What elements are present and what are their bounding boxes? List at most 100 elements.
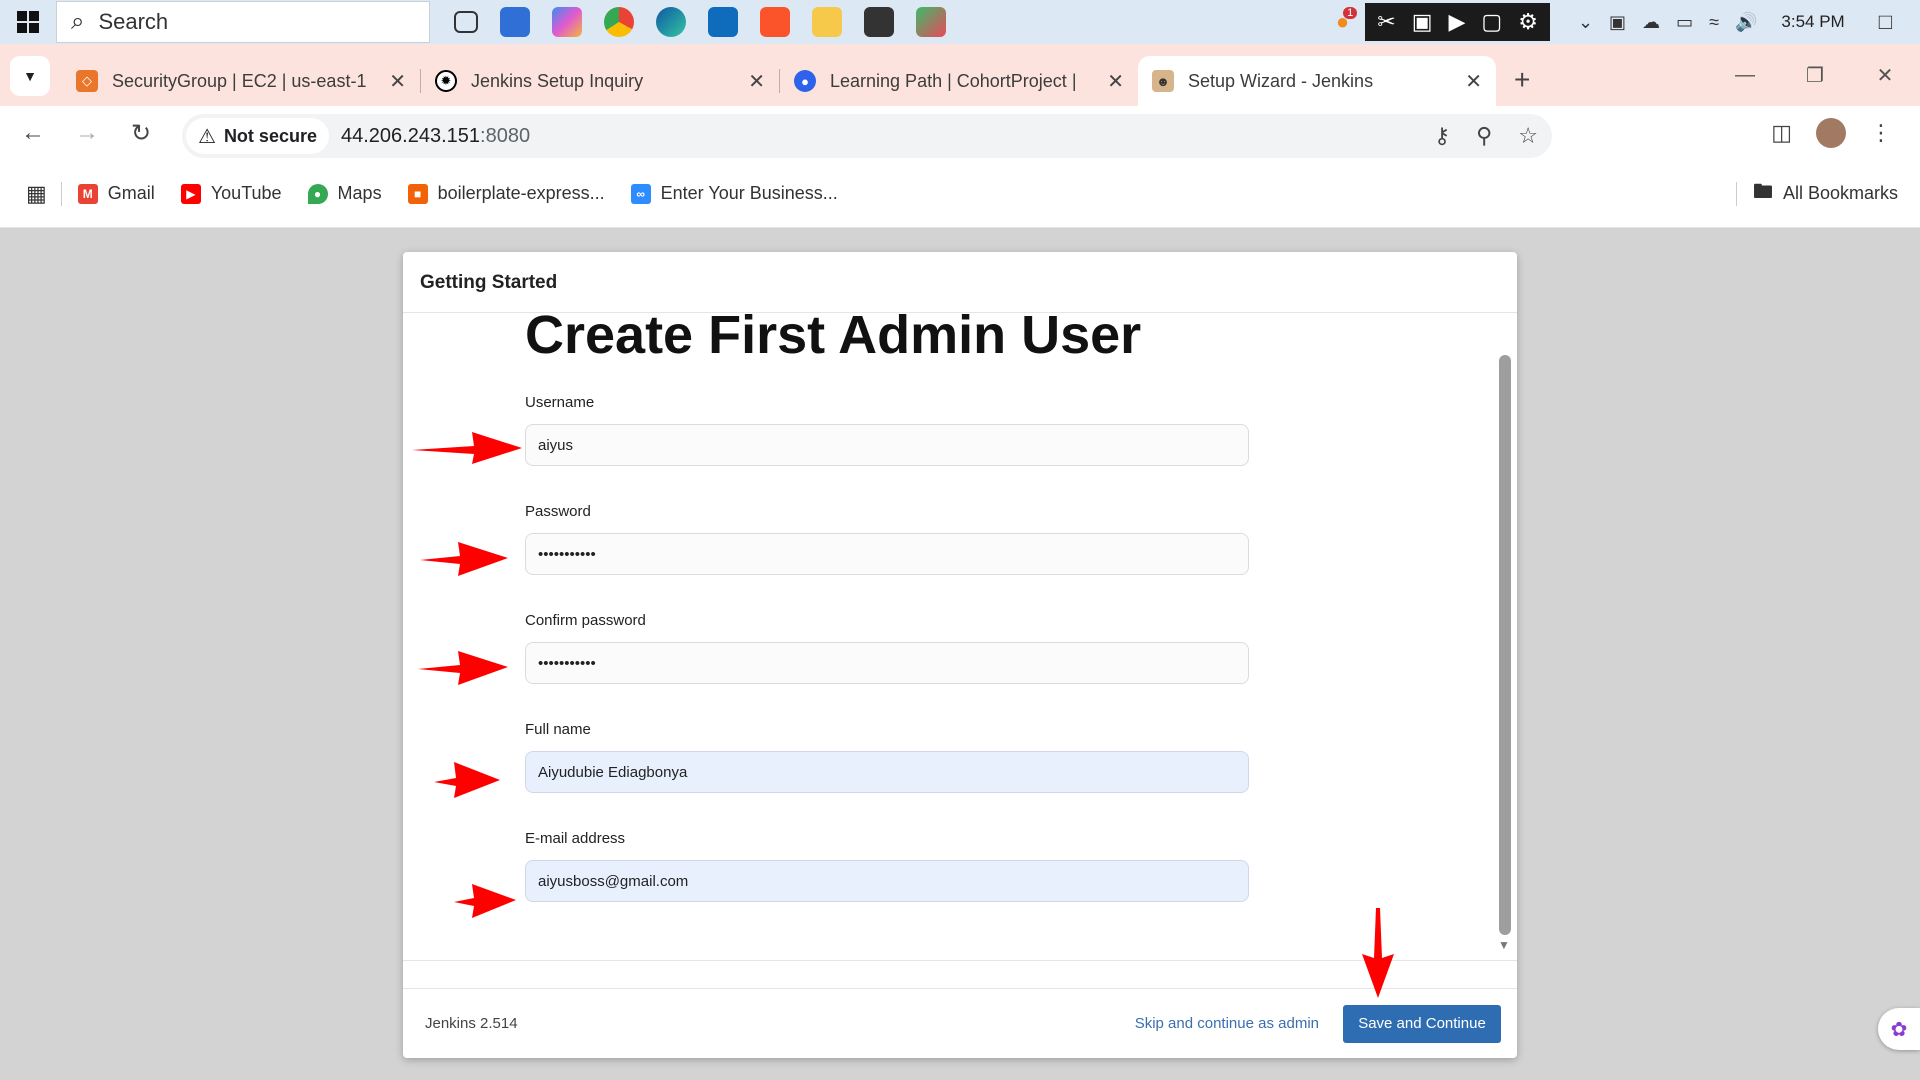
page-title: Create First Admin User — [525, 314, 1142, 365]
bookmark-business[interactable]: ∞ Enter Your Business... — [630, 183, 838, 204]
gemini-icon[interactable] — [916, 7, 946, 37]
username-field[interactable]: aiyus — [525, 424, 1249, 466]
youtube-icon: ▶ — [180, 183, 201, 204]
close-window-icon[interactable]: ✕ — [1850, 63, 1920, 88]
maps-icon: ● — [307, 183, 328, 204]
new-tab-button[interactable]: + — [1514, 64, 1530, 96]
copilot-icon[interactable] — [552, 7, 582, 37]
zoom-icon[interactable]: ⚲ — [1476, 123, 1492, 149]
close-icon[interactable]: ✕ — [389, 69, 406, 94]
brave-icon[interactable] — [760, 7, 790, 37]
back-icon[interactable]: ← — [6, 119, 60, 147]
bookmark-label: YouTube — [210, 183, 282, 203]
bookmark-boilerplate[interactable]: ■ boilerplate-express... — [407, 183, 605, 204]
bookmark-separator — [1735, 181, 1737, 206]
notifications-icon[interactable]: □ — [1879, 9, 1892, 35]
bookmark-separator — [60, 181, 62, 206]
confirm-password-label: Confirm password — [525, 612, 646, 629]
task-view-icon[interactable] — [454, 11, 478, 33]
notification-badge: 1 — [1343, 7, 1358, 19]
bookmark-label: Gmail — [107, 183, 155, 203]
all-bookmarks-label: All Bookmarks — [1782, 183, 1898, 203]
camera-icon[interactable]: ▣ — [1412, 9, 1433, 35]
volume-icon[interactable]: 🔊 — [1735, 12, 1757, 33]
tab-title: Jenkins Setup Inquiry — [471, 70, 644, 91]
extensions-icon[interactable]: ◫ — [1771, 120, 1792, 146]
security-chip[interactable]: ⚠ Not secure — [186, 118, 329, 154]
tab-title: SecurityGroup | EC2 | us-east-1 — [112, 70, 367, 91]
assistant-icon[interactable]: ✿ — [1878, 1008, 1920, 1050]
address-bar[interactable]: ⚠ Not secure 44.206.243.151:8080 ⚷ ⚲ ☆ — [182, 114, 1552, 158]
capture-toolbar: ✂ ▣ ▶ ▢ ⚙ — [1365, 3, 1550, 41]
gmail-icon: M — [77, 183, 98, 204]
search-icon: ⌕ — [71, 8, 85, 35]
snip-icon[interactable]: ✂ — [1377, 9, 1395, 35]
taskbar-search[interactable]: ⌕ Search — [56, 1, 430, 43]
close-icon[interactable]: ✕ — [1107, 69, 1124, 94]
url-host: 44.206.243.151 — [340, 124, 481, 147]
restore-icon[interactable]: ❐ — [1780, 63, 1850, 88]
bookmark-gmail[interactable]: M Gmail — [77, 183, 155, 204]
outlook-icon[interactable] — [708, 7, 738, 37]
tab-search-button[interactable]: ▼ — [10, 56, 50, 96]
dialog-header: Getting Started — [403, 252, 1517, 313]
forward-icon[interactable]: → — [60, 119, 114, 147]
annotation-arrow-icon — [1362, 908, 1394, 998]
dialog-footer: Jenkins 2.514 Skip and continue as admin… — [403, 988, 1517, 1058]
scroll-down-icon[interactable]: ▼ — [1498, 938, 1912, 952]
toolbar-right: ◫ ⋮ — [1771, 106, 1920, 160]
skip-link[interactable]: Skip and continue as admin — [1135, 1015, 1319, 1032]
minimize-icon[interactable]: — — [1710, 64, 1780, 87]
tab-securitygroup[interactable]: ◇ SecurityGroup | EC2 | us-east-1 ✕ — [62, 56, 420, 106]
chrome-icon[interactable] — [604, 7, 634, 37]
password-key-icon[interactable]: ⚷ — [1434, 123, 1450, 149]
windows-start-icon[interactable] — [0, 0, 56, 44]
bookmark-label: Maps — [337, 183, 382, 203]
bookmark-maps[interactable]: ● Maps — [307, 183, 382, 204]
username-label: Username — [525, 394, 595, 411]
confirm-password-field[interactable]: ••••••••••• — [525, 642, 1249, 684]
menu-kebab-icon[interactable]: ⋮ — [1870, 120, 1892, 146]
close-icon[interactable]: ✕ — [748, 69, 765, 94]
annotation-arrow-icon — [412, 432, 522, 464]
all-bookmarks[interactable]: 🖿 All Bookmarks — [1735, 177, 1898, 211]
window-icon[interactable]: ▢ — [1481, 9, 1502, 35]
reload-icon[interactable]: ↻ — [114, 119, 168, 148]
tab-jenkins-inquiry[interactable]: ✹ Jenkins Setup Inquiry ✕ — [421, 56, 779, 106]
store-icon[interactable] — [500, 7, 530, 37]
scrollbar-thumb[interactable] — [1499, 355, 1511, 935]
url-text[interactable]: 44.206.243.151:8080 — [341, 125, 530, 148]
password-field[interactable]: ••••••••••• — [525, 533, 1249, 575]
wifi-icon[interactable]: ≈ — [1709, 12, 1719, 33]
video-icon[interactable]: ▶ — [1449, 9, 1466, 35]
taskbar-search-placeholder: Search — [98, 9, 169, 34]
tab-setup-wizard[interactable]: ☻ Setup Wizard - Jenkins ✕ — [1138, 56, 1496, 106]
avatar[interactable] — [1816, 118, 1846, 148]
meet-now-icon[interactable]: ▣ — [1609, 12, 1626, 33]
full-name-label: Full name — [525, 721, 591, 738]
onedrive-icon[interactable]: ☁ — [1642, 12, 1660, 33]
email-field[interactable]: aiyusboss@gmail.com — [525, 860, 1249, 902]
close-icon[interactable]: ✕ — [1465, 69, 1482, 94]
tab-learning-path[interactable]: ● Learning Path | CohortProject | ✕ — [780, 56, 1138, 106]
password-label: Password — [525, 503, 591, 520]
chevron-up-icon[interactable]: ⌄ — [1578, 12, 1593, 33]
clock[interactable]: 3:54 PM — [1781, 12, 1844, 32]
apps-grid-icon[interactable]: ▦ — [26, 181, 47, 207]
terminal-icon[interactable] — [864, 7, 894, 37]
bookmark-youtube[interactable]: ▶ YouTube — [180, 183, 282, 204]
tab-title: Learning Path | CohortProject | — [830, 70, 1077, 91]
bookmark-label: Enter Your Business... — [660, 183, 838, 203]
annotation-arrow-icon — [434, 762, 500, 798]
email-label: E-mail address — [525, 830, 626, 847]
edge-icon[interactable] — [656, 7, 686, 37]
bookmarks-bar: ▦ M Gmail ▶ YouTube ● Maps ■ boilerplate… — [0, 160, 1920, 228]
dialog-body: Create First Admin User Username aiyus P… — [403, 314, 1517, 961]
warning-icon: ⚠ — [198, 125, 216, 148]
battery-icon[interactable]: ▭ — [1676, 12, 1693, 33]
full-name-field[interactable]: Aiyudubie Ediagbonya — [525, 751, 1249, 793]
gear-icon[interactable]: ⚙ — [1518, 9, 1538, 35]
file-explorer-icon[interactable] — [812, 7, 842, 37]
save-and-continue-button[interactable]: Save and Continue — [1343, 1004, 1501, 1043]
bookmark-star-icon[interactable]: ☆ — [1518, 123, 1538, 149]
